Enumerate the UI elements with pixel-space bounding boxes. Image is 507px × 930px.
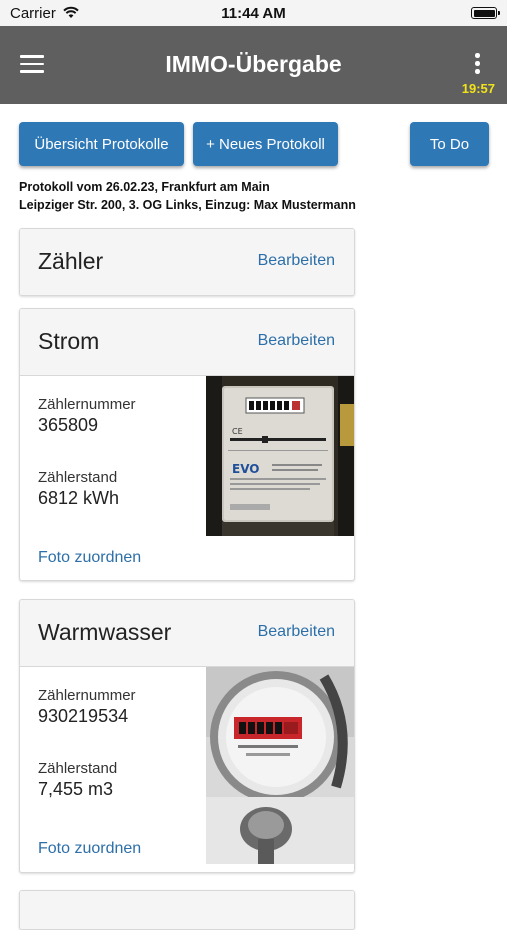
meter-reading-label: Zählerstand <box>38 469 118 486</box>
meter-card-header: Strom Bearbeiten <box>20 309 354 376</box>
meter-card-strom: Strom Bearbeiten Zählernummer 365809 Zäh… <box>19 308 355 581</box>
section-title: Zähler <box>38 248 104 274</box>
session-timer: 19:57 <box>461 81 495 96</box>
meter-card-body: Zählernummer 365809 Zählerstand 6812 kWh… <box>20 376 354 580</box>
meter-card-header <box>20 891 354 929</box>
svg-text:CE: CE <box>232 427 243 436</box>
meter-title: Strom <box>38 328 100 354</box>
meter-edit-link[interactable]: Bearbeiten <box>258 332 335 350</box>
section-header: Zähler Bearbeiten <box>20 229 354 295</box>
meter-card-header: Warmwasser Bearbeiten <box>20 600 354 667</box>
electricity-meter-photo[interactable]: CE EVO <box>206 376 354 536</box>
water-meter-photo[interactable] <box>206 667 354 864</box>
todo-button[interactable]: To Do <box>410 122 489 166</box>
more-options-icon[interactable] <box>475 53 481 75</box>
meter-card-warmwasser: Warmwasser Bearbeiten Zählernummer 93021… <box>19 599 355 873</box>
status-bar: Carrier 11:44 AM <box>0 0 507 26</box>
meters-section-card: Zähler Bearbeiten <box>19 228 355 296</box>
meter-title: Warmwasser <box>38 619 172 645</box>
battery-icon <box>471 7 500 19</box>
meter-reading-value: 6812 kWh <box>38 488 120 508</box>
new-protocol-button[interactable]: + Neues Protokoll <box>193 122 338 166</box>
protocol-date-line: Protokoll vom 26.02.23, Frankfurt am Mai… <box>19 180 270 194</box>
meter-card-body: Zählernummer 930219534 Zählerstand 7,455… <box>20 667 354 872</box>
section-edit-link[interactable]: Bearbeiten <box>258 252 335 270</box>
assign-photo-link[interactable]: Foto zuordnen <box>38 549 141 567</box>
protocol-info: Protokoll vom 26.02.23, Frankfurt am Mai… <box>19 178 356 214</box>
assign-photo-link[interactable]: Foto zuordnen <box>38 840 141 858</box>
meter-brand-label: EVO <box>232 462 259 476</box>
app-title: IMMO-Übergabe <box>165 51 342 77</box>
meter-reading-value: 7,455 m3 <box>38 779 114 799</box>
protocol-address-line: Leipziger Str. 200, 3. OG Links, Einzug:… <box>19 198 356 212</box>
meter-reading-label: Zählerstand <box>38 760 118 777</box>
app-bar: IMMO-Übergabe 19:57 <box>0 26 507 104</box>
meter-number-value: 930219534 <box>38 706 129 726</box>
meter-card-next <box>19 890 355 930</box>
clock: 11:44 AM <box>221 5 286 22</box>
protocol-overview-button[interactable]: Übersicht Protokolle <box>19 122 184 166</box>
meter-number-label: Zählernummer <box>38 687 136 704</box>
meter-edit-link[interactable]: Bearbeiten <box>258 623 335 641</box>
meter-number-label: Zählernummer <box>38 396 136 413</box>
meter-number-value: 365809 <box>38 415 99 435</box>
